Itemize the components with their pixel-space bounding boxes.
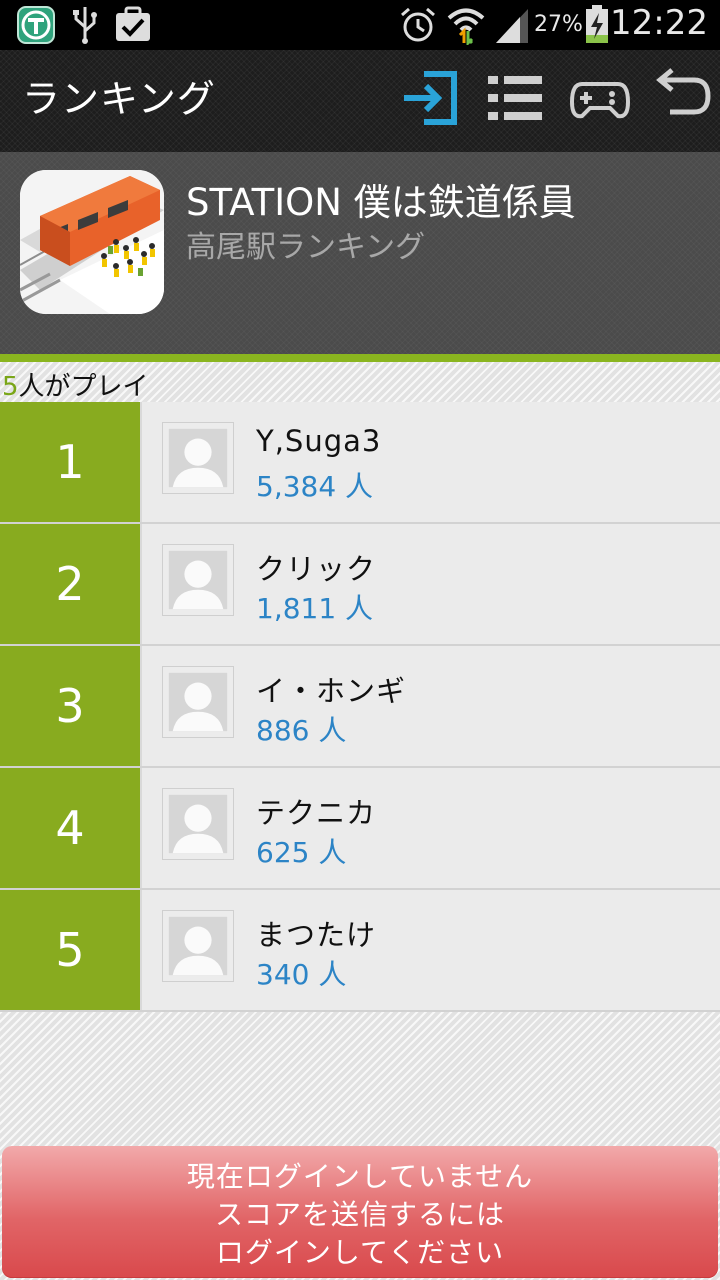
players-count-text: 5人がプレイ — [2, 366, 149, 403]
player-score: 5,384 人 — [256, 470, 374, 503]
login-icon[interactable] — [400, 68, 464, 128]
action-bar: ランキング — [0, 50, 720, 152]
avatar-placeholder-icon — [162, 910, 234, 982]
app-name: STATION 僕は鉄道係員 — [186, 181, 576, 224]
player-score: 1,811 人 — [256, 592, 374, 625]
login-banner-line-3: ログインしてください — [215, 1236, 505, 1269]
avatar-placeholder-icon — [162, 544, 234, 616]
players-bar: 5人がプレイ — [0, 362, 720, 402]
player-score: 625 人 — [256, 836, 347, 869]
avatar-placeholder-icon — [162, 788, 234, 860]
login-banner-line-2: スコアを送信するには — [214, 1198, 505, 1231]
app-icon — [20, 170, 164, 314]
back-icon[interactable] — [650, 68, 714, 128]
login-required-banner[interactable]: 現在ログインしていません スコアを送信するには ログインしてください — [2, 1146, 718, 1278]
task-check-icon — [116, 6, 150, 41]
app-subtitle: 高尾駅ランキング — [186, 230, 426, 265]
avatar-placeholder-icon — [162, 422, 234, 494]
list-icon[interactable] — [484, 68, 548, 128]
player-name: テクニカ — [256, 796, 377, 830]
signal-icon — [496, 9, 528, 43]
usb-icon — [73, 7, 97, 44]
player-score: 886 人 — [256, 714, 347, 747]
app-header: STATION 僕は鉄道係員 高尾駅ランキング — [0, 152, 720, 354]
player-name: クリック — [256, 552, 377, 586]
player-name: イ・ホンギ — [256, 674, 407, 708]
ranking-row[interactable]: 2 クリック 1,811 人 — [0, 524, 720, 646]
login-banner-line-1: 現在ログインしていません — [186, 1160, 534, 1193]
rank-number: 4 — [0, 768, 140, 888]
wifi-icon — [447, 8, 485, 45]
alarm-icon — [401, 7, 435, 42]
ranking-row[interactable]: 3 イ・ホンギ 886 人 — [0, 646, 720, 768]
ranking-row[interactable]: 4 テクニカ 625 人 — [0, 768, 720, 890]
players-suffix: 人がプレイ — [18, 372, 149, 402]
battery-percent: 27% — [534, 12, 583, 37]
rank-number: 1 — [0, 402, 140, 522]
player-name: まつたけ — [256, 918, 377, 952]
rank-number: 5 — [0, 890, 140, 1010]
gamepad-icon[interactable] — [568, 68, 632, 128]
avatar-placeholder-icon — [162, 666, 234, 738]
train-station-illustration — [20, 170, 164, 314]
t-app-icon — [17, 6, 55, 44]
players-count: 5 — [2, 372, 19, 402]
rank-number: 2 — [0, 524, 140, 644]
screen-title: ランキング — [22, 77, 216, 121]
player-score: 340 人 — [256, 958, 347, 991]
player-name: Y,Suga3 — [256, 424, 382, 458]
ranking-row[interactable]: 5 まつたけ 340 人 — [0, 890, 720, 1012]
battery-charging-icon — [586, 5, 608, 43]
status-clock: 12:22 — [610, 3, 708, 43]
status-bar: 27% 12:22 — [0, 0, 720, 50]
ranking-row[interactable]: 1 Y,Suga3 5,384 人 — [0, 402, 720, 524]
ranking-list: 1 Y,Suga3 5,384 人 2 クリック 1,811 人 3 イ・ホンギ… — [0, 402, 720, 1012]
header-divider — [0, 354, 720, 362]
rank-number: 3 — [0, 646, 140, 766]
